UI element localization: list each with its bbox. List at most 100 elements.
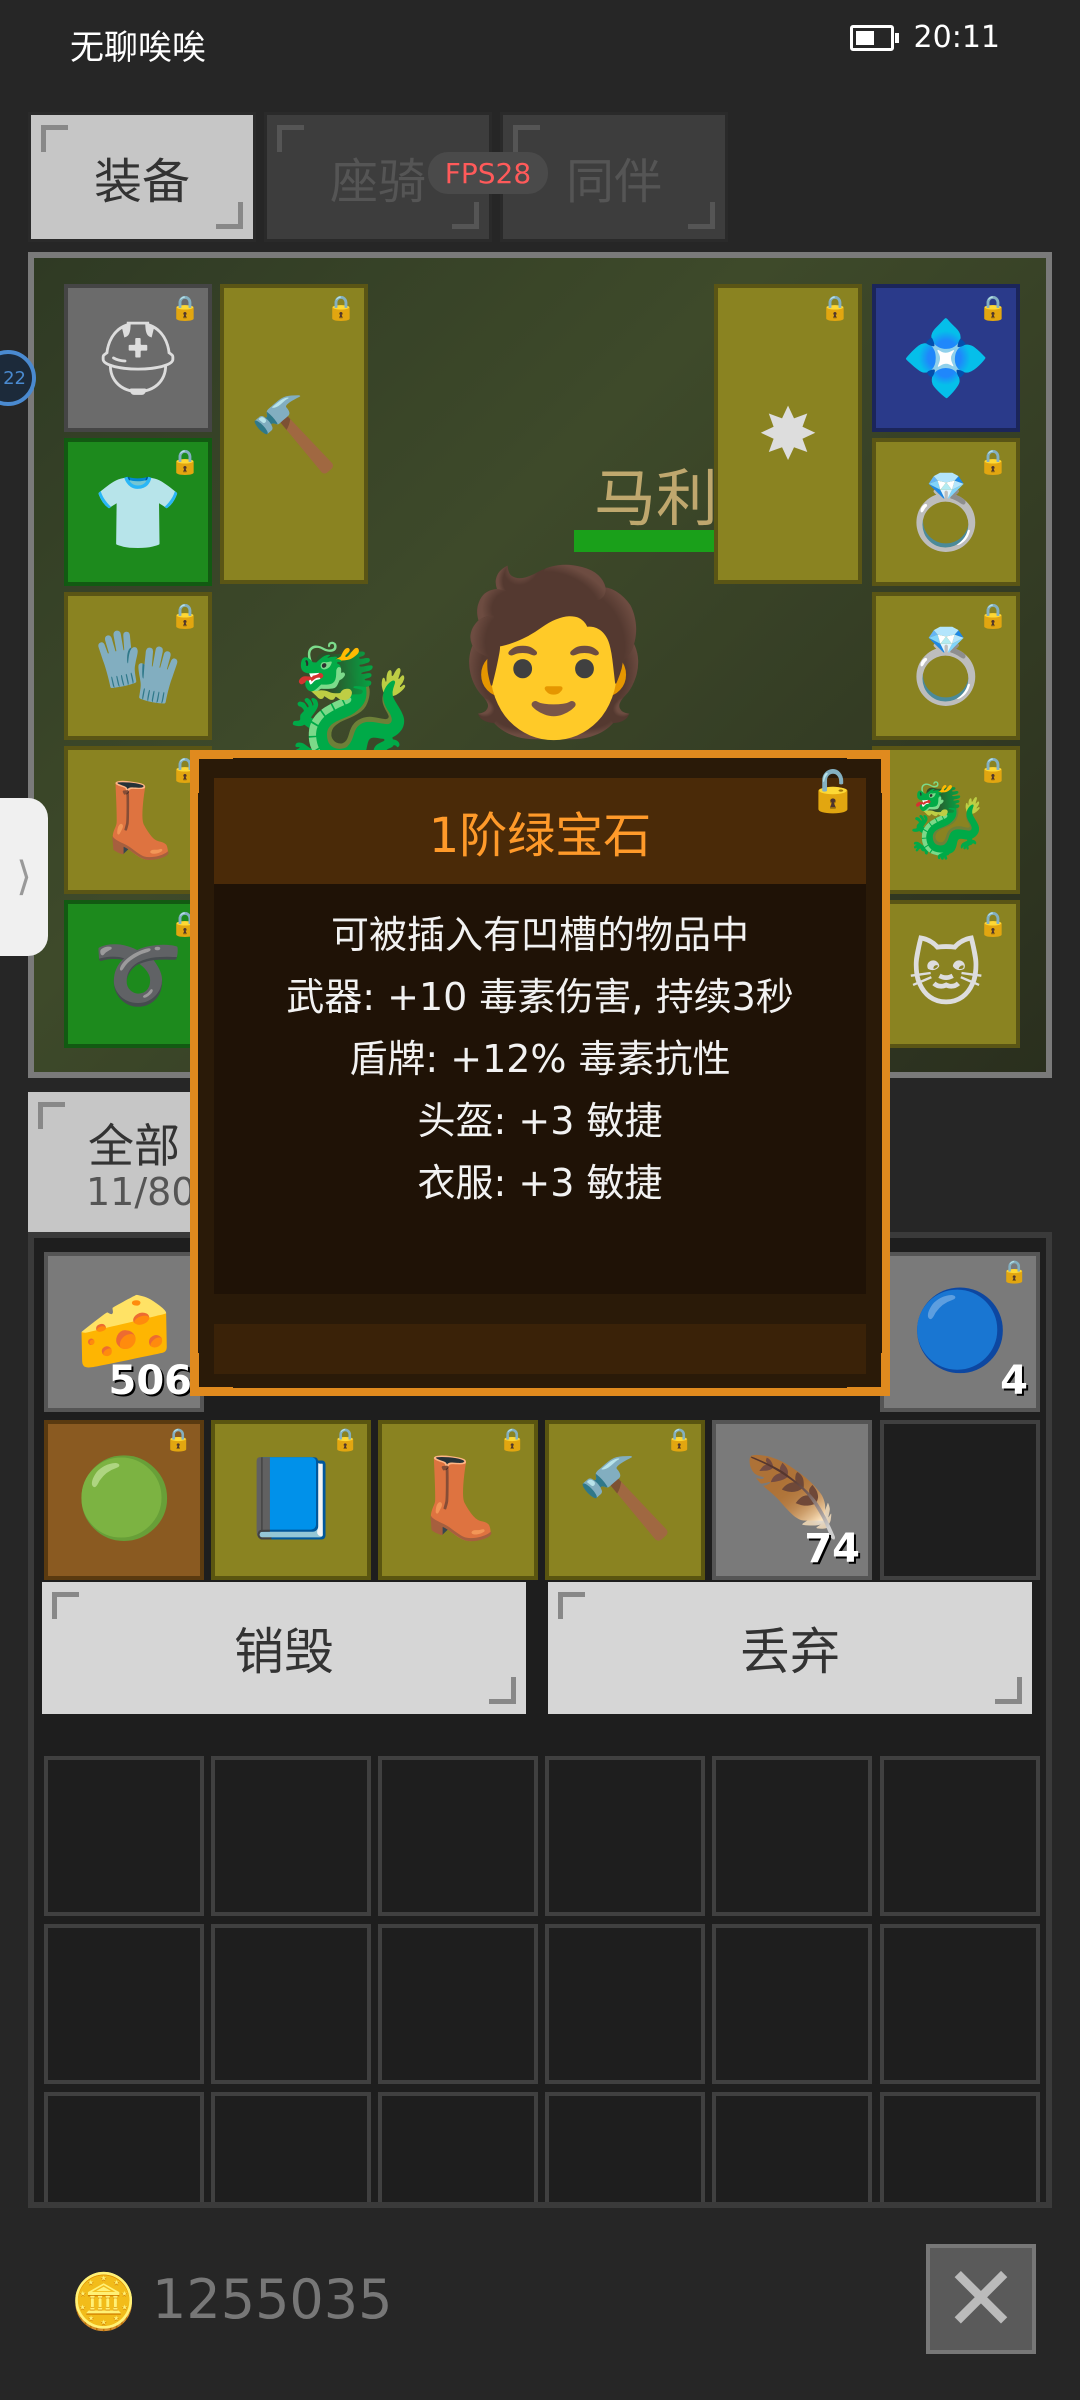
lock-icon: 🔒 (331, 1428, 359, 1453)
item-count: 506 (108, 1358, 193, 1404)
tooltip-line: 衣服: +3 敏捷 (417, 1161, 663, 1205)
tooltip-footer (214, 1324, 866, 1374)
lock-icon: 🔒 (326, 294, 356, 322)
inventory-slot[interactable] (880, 1420, 1040, 1580)
ring-slot-2[interactable]: 💍 🔒 (872, 592, 1020, 740)
mace-icon: 🔨 (576, 1454, 674, 1544)
gold-icon: 🪙 (70, 2270, 138, 2333)
inventory-slot[interactable] (545, 1924, 705, 2084)
emerald-icon: 🟢 (75, 1454, 173, 1544)
lock-icon: 🔒 (978, 756, 1008, 784)
inventory-slot[interactable] (880, 1756, 1040, 1916)
inventory-slot[interactable] (211, 2092, 371, 2202)
inventory-slot[interactable] (378, 1756, 538, 1916)
side-expand-handle[interactable]: ⟩ (0, 798, 48, 956)
spiked-shield-icon: ✸ (757, 392, 819, 476)
item-tooltip: 1阶绿宝石 🔓 可被插入有凹槽的物品中 武器: +10 毒素伤害, 持续3秒 盾… (190, 750, 890, 1396)
inventory-slot[interactable] (378, 1924, 538, 2084)
helmet-slot[interactable]: ⛑ 🔒 (64, 284, 212, 432)
gloves-icon: 🧤 (93, 623, 183, 708)
inventory-slot[interactable]: 🔒 🟢 (44, 1420, 204, 1580)
inventory-slot[interactable] (712, 1756, 872, 1916)
filter-label: 全部 (88, 1119, 180, 1173)
unlock-icon[interactable]: 🔓 (808, 768, 858, 815)
item-count: 4 (1000, 1358, 1028, 1404)
weapon-slot[interactable]: 🔨 🔒 (220, 284, 368, 584)
ring-icon: 💍 (901, 469, 991, 554)
filter-tab-all[interactable]: 全部 11/80 (28, 1092, 208, 1232)
lock-icon: 🔒 (820, 294, 850, 322)
tab-mount-label: 座骑 (329, 154, 426, 210)
gold-amount: 1255035 (152, 2268, 393, 2331)
tab-companion-label: 同伴 (565, 154, 662, 210)
offhand-slot[interactable]: ✸ 🔒 (714, 284, 862, 584)
mount-slot[interactable]: 🐉 🔒 (872, 746, 1020, 894)
inventory-slot[interactable] (211, 1924, 371, 2084)
inventory-slot[interactable] (880, 1924, 1040, 2084)
inventory-count: 11/80 (86, 1170, 196, 1214)
inventory-slot[interactable]: 🪶 74 (712, 1420, 872, 1580)
destroy-button[interactable]: 销毁 (42, 1582, 526, 1714)
tooltip-title-bar: 1阶绿宝石 (214, 778, 866, 884)
lock-icon: 🔒 (978, 294, 1008, 322)
pet-icon: 🐱 (908, 932, 984, 1016)
status-right: 20:11 (849, 20, 1000, 55)
close-button[interactable]: ✕ (926, 2244, 1036, 2354)
inventory-slot[interactable] (712, 2092, 872, 2202)
ring-icon: 💍 (901, 623, 991, 708)
inventory-slot[interactable] (211, 1756, 371, 1916)
boots-icon: 👢 (93, 777, 183, 862)
item-count: 74 (804, 1526, 860, 1572)
tab-equipment-label: 装备 (93, 154, 190, 210)
ring-slot-1[interactable]: 💍 🔒 (872, 438, 1020, 586)
inventory-slot[interactable]: 🔒 🔵 4 (880, 1252, 1040, 1412)
tooltip-description: 可被插入有凹槽的物品中 武器: +10 毒素伤害, 持续3秒 盾牌: +12% … (214, 884, 866, 1294)
lock-icon: 🔒 (1000, 1260, 1028, 1285)
fps-counter: FPS28 (428, 152, 548, 194)
character-name: 马利 (594, 462, 719, 535)
boots-icon: 👢 (409, 1454, 507, 1544)
tooltip-line: 头盔: +3 敏捷 (417, 1099, 663, 1143)
inventory-slot[interactable] (44, 1756, 204, 1916)
inventory-slot[interactable] (378, 2092, 538, 2202)
tooltip-line: 武器: +10 毒素伤害, 持续3秒 (286, 975, 794, 1019)
destroy-button-label: 销毁 (234, 1623, 334, 1681)
belt-icon: ➰ (93, 931, 183, 1016)
tooltip-line: 可被插入有凹槽的物品中 (330, 913, 749, 957)
inventory-slot[interactable] (880, 2092, 1040, 2202)
inventory-slot[interactable] (545, 2092, 705, 2202)
character-sprite: 🧑 (454, 558, 654, 745)
lock-icon: 🔒 (498, 1428, 526, 1453)
necklace-slot[interactable]: 💠 🔒 (872, 284, 1020, 432)
necklace-icon: 💠 (901, 315, 991, 400)
inventory-slot[interactable] (44, 2092, 204, 2202)
lock-icon: 🔒 (978, 602, 1008, 630)
lock-icon: 🔒 (164, 1428, 192, 1453)
inventory-slot[interactable]: 🔒 📘 (211, 1420, 371, 1580)
status-time: 20:11 (913, 20, 1000, 55)
close-icon: ✕ (943, 2246, 1019, 2352)
mount-icon: 🐉 (901, 777, 991, 862)
inventory-slot[interactable]: 🧀 506 (44, 1252, 204, 1412)
armor-slot[interactable]: 👕 🔒 (64, 438, 212, 586)
inventory-slot[interactable] (44, 1924, 204, 2084)
pet-slot[interactable]: 🐱 🔒 (872, 900, 1020, 1048)
inventory-slot[interactable] (545, 1756, 705, 1916)
weapon-icon: 🔨 (249, 391, 339, 476)
inventory-slot[interactable]: 🔒 👢 (378, 1420, 538, 1580)
inventory-slot[interactable] (712, 1924, 872, 2084)
lock-icon: 🔒 (170, 448, 200, 476)
gloves-slot[interactable]: 🧤 🔒 (64, 592, 212, 740)
tooltip-line: 盾牌: +12% 毒素抗性 (349, 1037, 731, 1081)
tab-equipment[interactable]: 装备 (28, 112, 256, 242)
lock-icon: 🔒 (170, 602, 200, 630)
armor-icon: 👕 (93, 469, 183, 554)
inventory-slot[interactable]: 🔒 🔨 (545, 1420, 705, 1580)
discard-button[interactable]: 丢弃 (548, 1582, 1032, 1714)
lock-icon: 🔒 (978, 448, 1008, 476)
spellbook-icon: 📘 (242, 1454, 340, 1544)
lock-icon: 🔒 (665, 1428, 693, 1453)
helmet-icon: ⛑ (92, 315, 184, 400)
status-app-name: 无聊唉唉 (70, 28, 206, 68)
lock-icon: 🔒 (978, 910, 1008, 938)
